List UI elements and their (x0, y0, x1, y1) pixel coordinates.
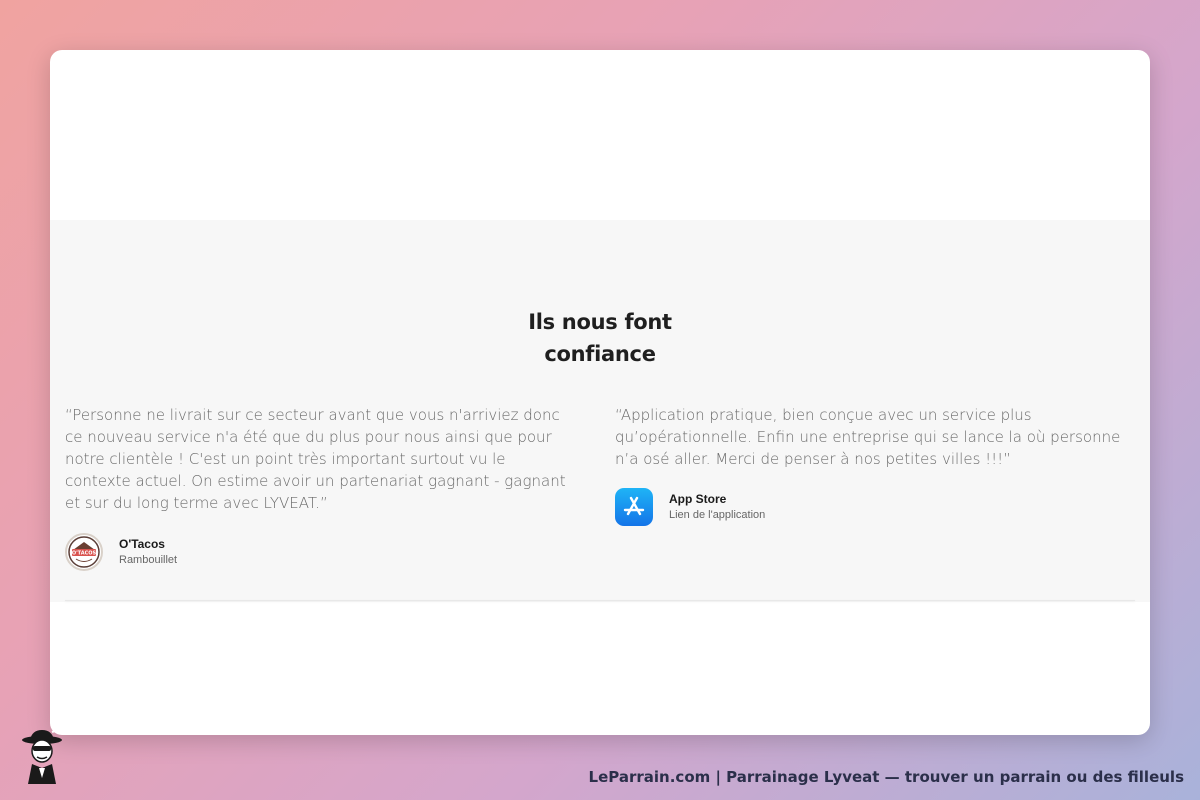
testimonials-section: Ils nous font confiance “Personne ne liv… (50, 220, 1150, 602)
testimonial-author-otacos: O'TACOS O'Tacos Rambouillet (65, 533, 177, 571)
section-title-line1: Ils nous font (528, 310, 672, 334)
app-store-icon[interactable] (615, 488, 653, 526)
content-card: Ils nous font confiance “Personne ne liv… (50, 50, 1150, 735)
section-title-line2: confiance (544, 342, 656, 366)
author-name: O'Tacos (119, 537, 165, 551)
testimonial-author-appstore[interactable]: App Store Lien de l'application (615, 488, 765, 526)
footer-caption: LeParrain.com | Parrainage Lyveat — trou… (588, 768, 1184, 786)
section-title: Ils nous font confiance (50, 306, 1150, 370)
author-name: App Store (669, 492, 727, 506)
app-link[interactable]: Lien de l'application (669, 507, 765, 523)
author-location: Rambouillet (119, 554, 178, 566)
otacos-logo-icon: O'TACOS (65, 533, 103, 571)
svg-text:O'TACOS: O'TACOS (72, 551, 97, 557)
testimonial-quote-appstore: “Application pratique, bien conçue avec … (615, 406, 1121, 468)
mascot-icon (18, 728, 70, 784)
testimonial-quote-otacos: “Personne ne livrait sur ce secteur avan… (65, 406, 566, 512)
section-divider (65, 600, 1135, 601)
